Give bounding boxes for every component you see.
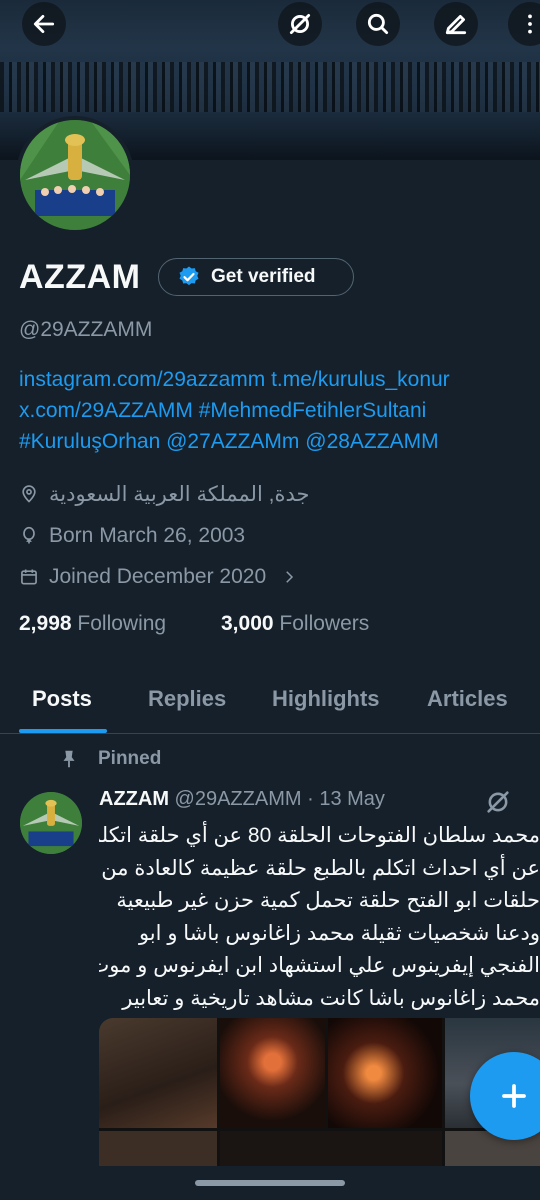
grok-icon (289, 13, 311, 35)
plus-icon (502, 1084, 526, 1108)
pin-icon (63, 750, 75, 768)
more-vertical-icon (528, 14, 532, 34)
bio-line-hashtag[interactable]: x.com/29AZZAMM #MehmedFetihlerSultani (19, 395, 529, 426)
verified-badge-icon (179, 266, 199, 286)
profile-location: جدة, المملكة العربية السعودية (19, 480, 309, 508)
following-count: 2,998 (19, 612, 72, 635)
location-pin-icon (22, 485, 36, 503)
search-icon (367, 13, 389, 35)
following-link[interactable]: 2,998 Following (19, 612, 166, 636)
bio-line-mentions[interactable]: #KuruluşOrhan @27AZZAMm @28AZZAMM (19, 426, 529, 457)
born-text: Born March 26, 2003 (49, 524, 246, 547)
get-verified-label: Get verified (211, 266, 316, 287)
post-date: 13 May (319, 788, 385, 810)
following-label: Following (77, 612, 167, 635)
tab-replies[interactable]: Replies (148, 686, 226, 712)
bio-line-links[interactable]: instagram.com/29azzamm t.me/kurulus_konu… (19, 364, 529, 395)
media-thumbnail[interactable] (328, 1018, 442, 1128)
post-author-handle: @29AZZAMM (174, 788, 302, 810)
chevron-right-icon (286, 571, 294, 583)
profile-handle: @29AZZAMM (19, 318, 153, 341)
home-indicator[interactable] (195, 1180, 345, 1186)
followers-label: Followers (279, 612, 370, 635)
active-tab-indicator (19, 729, 107, 733)
grok-icon (487, 791, 509, 813)
pencil-icon (445, 15, 467, 35)
grok-button[interactable] (278, 2, 322, 46)
post-text-line: محمد زاغانوس باشا كانت مشاهد تاريخية و ت… (122, 986, 540, 1010)
media-thumbnail[interactable] (220, 1131, 442, 1168)
post-text-line: محمد سلطان الفتوحات الحلقة 80 عن أي حلقة… (99, 824, 540, 847)
joined-text: Joined December 2020 (49, 565, 267, 588)
media-thumbnail[interactable] (220, 1018, 325, 1128)
post-text-line: حلقات ابو الفتح حلقة تحمل كمية حزن غير ط… (116, 889, 540, 912)
post-body: محمد سلطان الفتوحات الحلقة 80 عن أي حلقة… (99, 820, 540, 1015)
tab-highlights[interactable]: Highlights (272, 686, 380, 712)
profile-birthdate: Born March 26, 2003 (19, 522, 245, 550)
profile-bio: instagram.com/29azzamm t.me/kurulus_konu… (19, 364, 529, 457)
tab-posts[interactable]: Posts (32, 686, 92, 712)
post-author-avatar[interactable] (20, 792, 82, 854)
post-text-line: ودعنا شخصيات ثقيلة محمد زاغانوس باشا و ا… (138, 921, 540, 945)
post-author-name: AZZAM (99, 788, 169, 810)
post-header[interactable]: AZZAM @29AZZAMM · 13 May (99, 788, 385, 811)
pinned-indicator: Pinned (58, 748, 161, 770)
profile-name: AZZAM (19, 258, 141, 296)
post-grok-button[interactable] (484, 788, 512, 821)
post-separator: · (307, 788, 314, 810)
profile-joined[interactable]: Joined December 2020 (19, 563, 298, 591)
followers-count: 3,000 (221, 612, 274, 635)
arrow-left-icon (33, 15, 55, 33)
location-text: جدة, المملكة العربية السعودية (49, 482, 310, 506)
profile-tabs: Posts Replies Highlights Articles (0, 672, 540, 734)
followers-link[interactable]: 3,000 Followers (221, 612, 369, 636)
post-text-line: عن أي احداث اتكلم بالطبع حلقة عظيمة كالع… (101, 856, 540, 880)
media-thumbnail[interactable] (99, 1018, 217, 1128)
balloon-icon (23, 526, 35, 544)
back-button[interactable] (22, 2, 66, 46)
media-thumbnail[interactable] (99, 1131, 217, 1168)
get-verified-button[interactable]: Get verified (158, 258, 354, 296)
tab-articles[interactable]: Articles (427, 686, 508, 712)
compose-button[interactable] (434, 2, 478, 46)
post-text-line: الفنجي إيفرينوس علي استشهاد ابن ايفرنوس … (99, 954, 540, 977)
profile-avatar[interactable] (16, 116, 134, 234)
pinned-label: Pinned (98, 748, 162, 769)
calendar-icon (21, 569, 37, 585)
search-button[interactable] (356, 2, 400, 46)
